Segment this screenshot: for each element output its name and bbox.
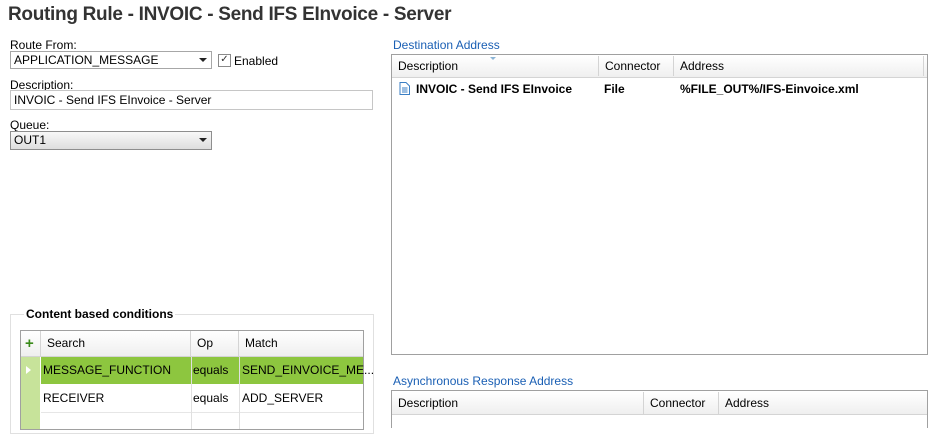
- route-from-label: Route From:: [10, 38, 77, 52]
- cell-search: MESSAGE_FUNCTION: [43, 363, 172, 377]
- col-search[interactable]: Search: [41, 331, 191, 356]
- destination-grid-header: Description Connector Address: [392, 56, 927, 78]
- enabled-checkbox[interactable]: ✓: [218, 54, 231, 67]
- cell-connector: File: [604, 82, 625, 96]
- document-icon: [399, 82, 410, 95]
- destination-title: Destination Address: [393, 38, 500, 52]
- cell-match: ADD_SERVER: [242, 391, 324, 405]
- queue-value: OUT1: [14, 133, 47, 147]
- col-address[interactable]: Address: [674, 56, 924, 76]
- cell-match: SEND_EINVOICE_ME...: [242, 363, 375, 377]
- col-match[interactable]: Match: [239, 331, 363, 356]
- description-input[interactable]: INVOIC - Send IFS EInvoice - Server: [10, 90, 373, 110]
- col-connector[interactable]: Connector: [599, 56, 674, 76]
- table-row[interactable]: MESSAGE_FUNCTION equals SEND_EINVOICE_ME…: [41, 357, 374, 384]
- col-address[interactable]: Address: [719, 392, 924, 414]
- chevron-down-icon: [199, 58, 207, 62]
- route-from-value: APPLICATION_MESSAGE: [14, 53, 159, 67]
- description-value: INVOIC - Send IFS EInvoice - Server: [14, 93, 212, 107]
- destination-grid: Description Connector Address INVOIC - S…: [391, 54, 928, 355]
- table-row[interactable]: INVOIC - Send IFS EInvoice File %FILE_OU…: [392, 79, 927, 99]
- conditions-grid-header: + Search Op Match: [21, 331, 363, 357]
- queue-label: Queue:: [10, 118, 50, 132]
- col-connector[interactable]: Connector: [644, 392, 719, 414]
- col-op[interactable]: Op: [191, 331, 239, 356]
- chevron-down-icon: [199, 138, 207, 142]
- cell-op: equals: [193, 363, 229, 377]
- cell-description: INVOIC - Send IFS EInvoice: [416, 82, 573, 96]
- conditions-title: Content based conditions: [24, 307, 176, 321]
- async-title: Asynchronous Response Address: [393, 374, 574, 388]
- cell-search: RECEIVER: [43, 391, 105, 405]
- route-from-combo[interactable]: APPLICATION_MESSAGE: [10, 51, 212, 69]
- sort-arrow-icon: [490, 57, 496, 60]
- cell-op: equals: [193, 391, 229, 405]
- async-grid: Description Connector Address: [391, 390, 928, 428]
- table-row[interactable]: RECEIVER equals ADD_SERVER: [41, 385, 363, 413]
- col-description[interactable]: Description: [392, 392, 644, 414]
- cell-address: %FILE_OUT%/IFS-Einvoice.xml: [680, 82, 859, 96]
- enabled-label: Enabled: [234, 54, 279, 68]
- queue-combo[interactable]: OUT1: [10, 131, 212, 150]
- conditions-grid: + Search Op Match MESSAGE_FUNCTION equal…: [20, 330, 374, 430]
- plus-icon[interactable]: +: [21, 331, 41, 356]
- page-title: Routing Rule - INVOIC - Send IFS EInvoic…: [8, 4, 452, 25]
- async-grid-header: Description Connector Address: [392, 392, 927, 415]
- row-pointer-icon: [26, 366, 31, 374]
